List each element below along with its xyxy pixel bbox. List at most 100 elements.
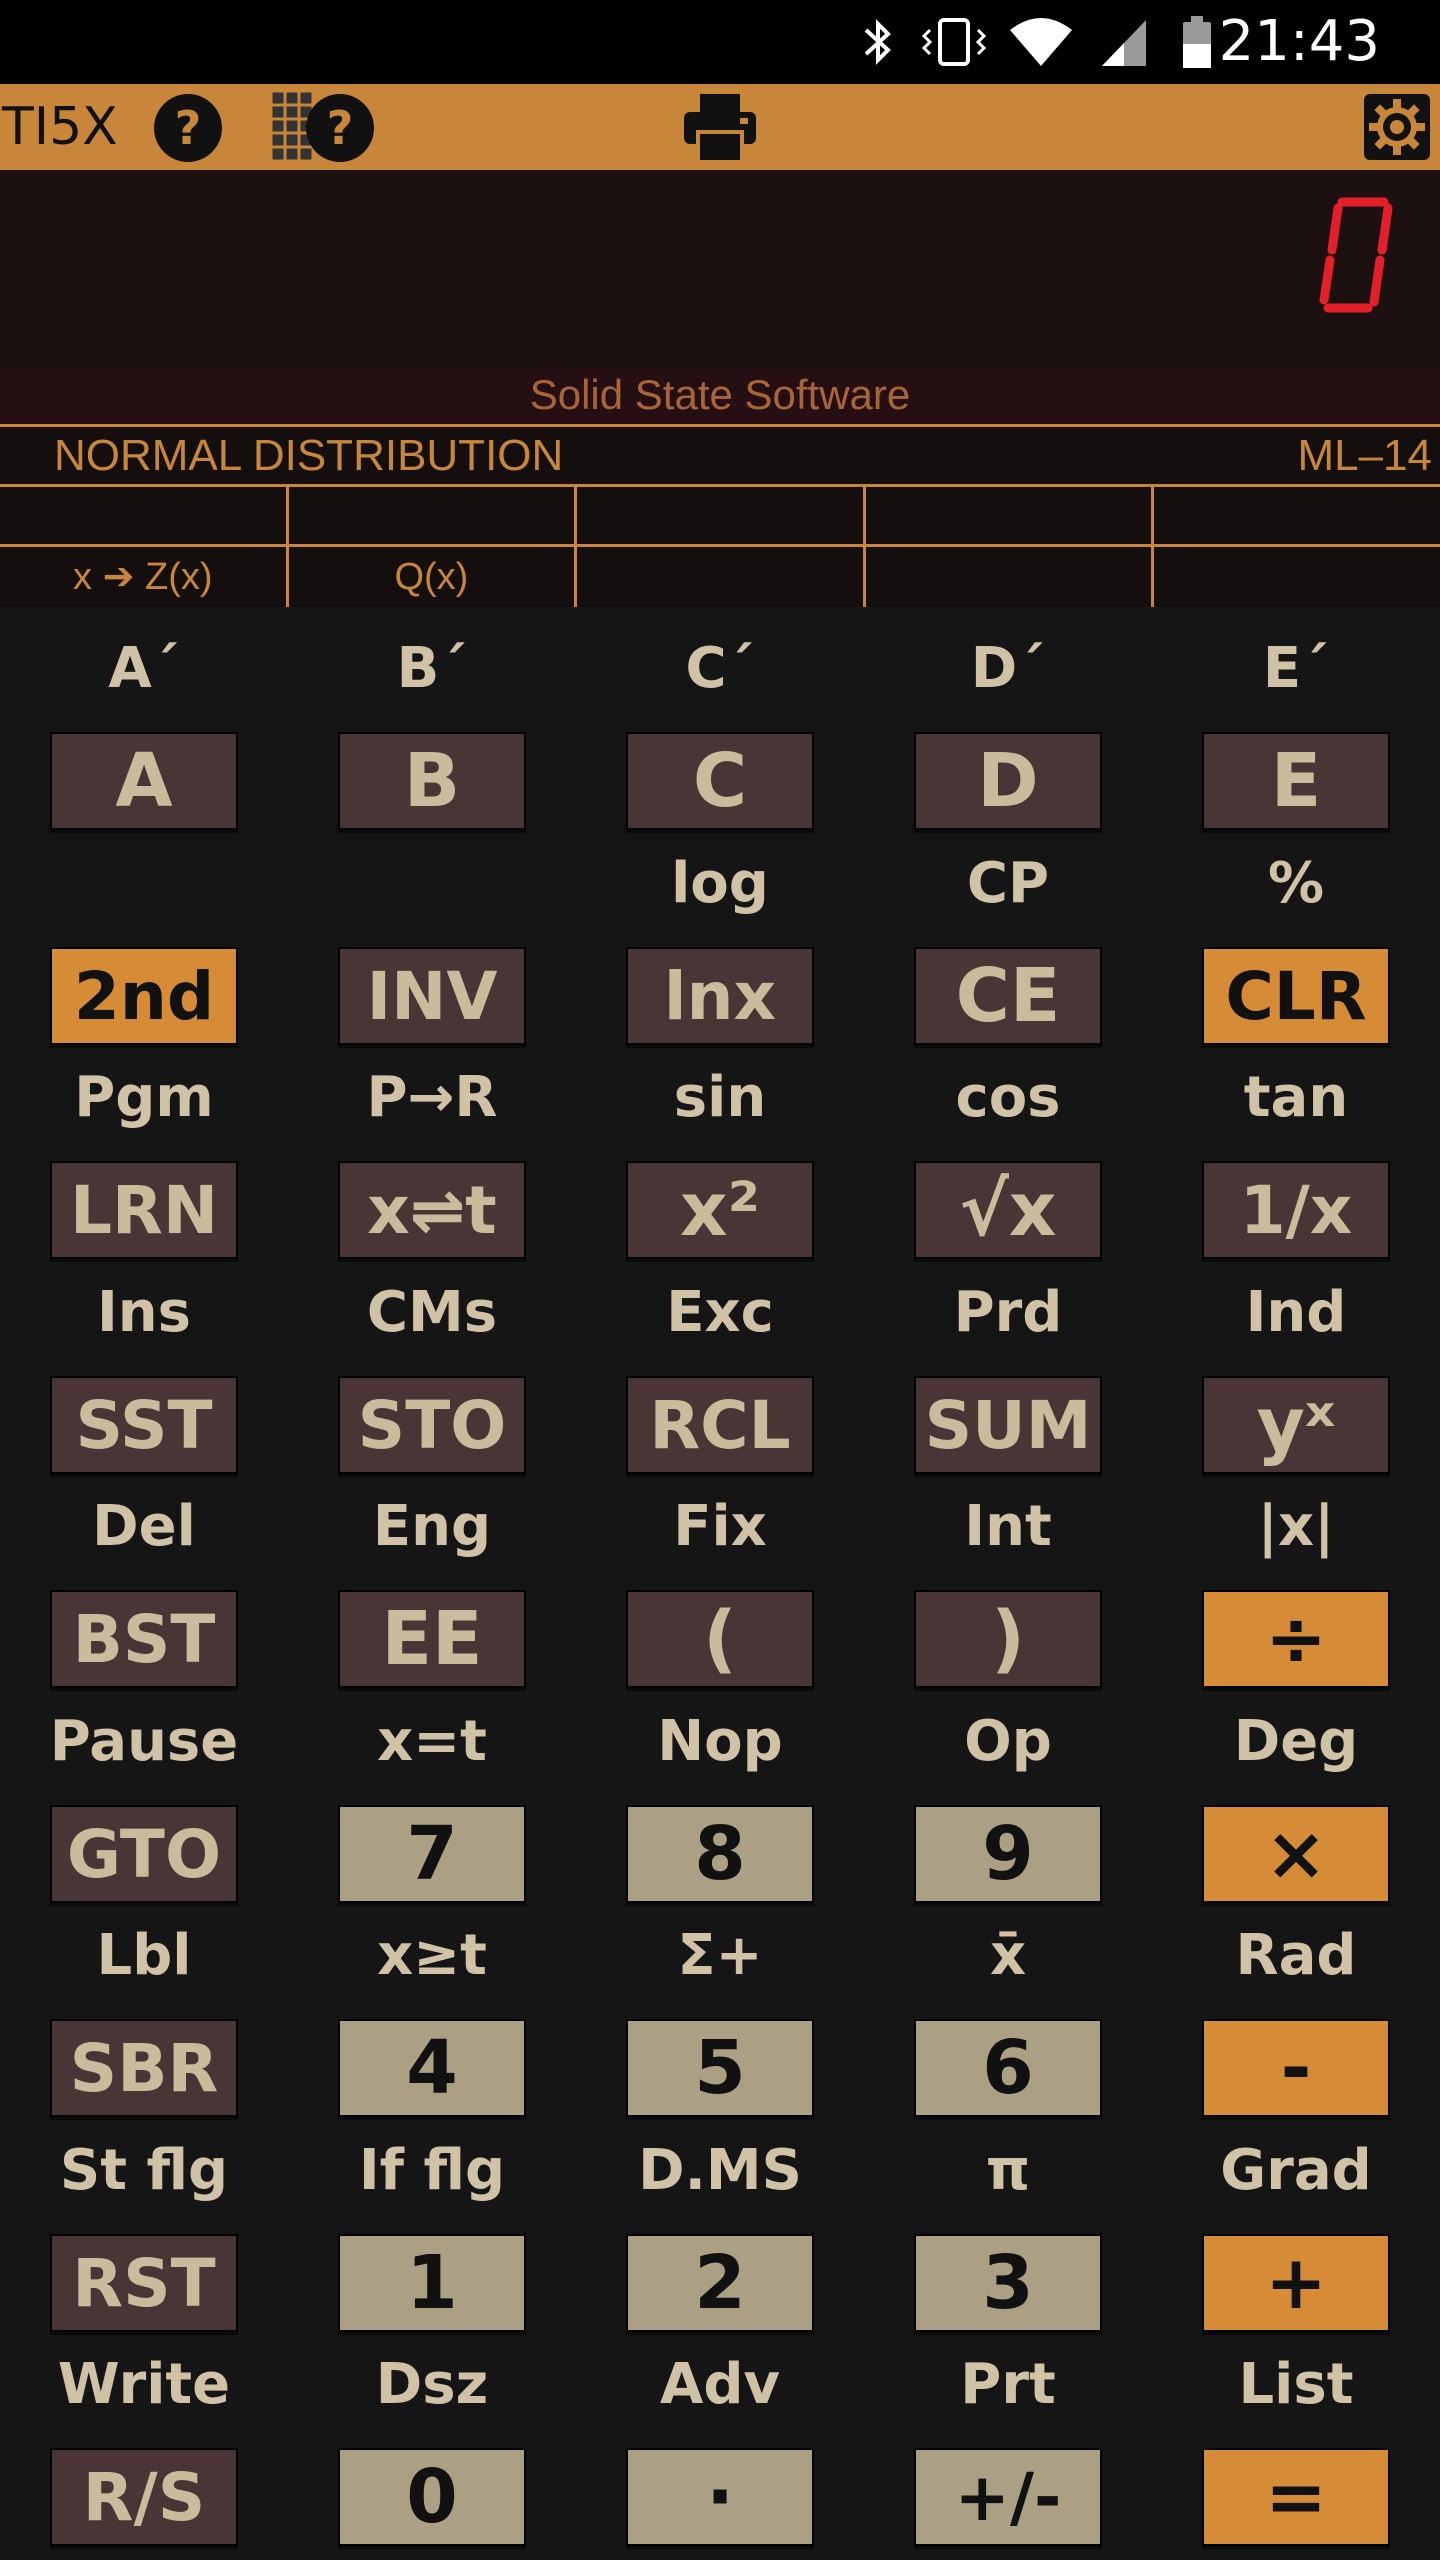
battery-icon bbox=[1183, 16, 1211, 68]
key-8-4-button[interactable]: = bbox=[1202, 2448, 1390, 2546]
strip-cell bbox=[577, 547, 866, 607]
strip-cell bbox=[1154, 487, 1440, 544]
key-5-2-button[interactable]: 8 bbox=[626, 1805, 814, 1903]
strip-title-row: NORMAL DISTRIBUTION ML–14 bbox=[0, 427, 1440, 487]
strip-row-primary: x ➔ Z(x) Q(x) bbox=[0, 547, 1440, 607]
key-8-0-button[interactable]: R/S bbox=[50, 2448, 238, 2546]
second-function-label: List bbox=[1238, 2352, 1354, 2417]
second-function-label: Rad bbox=[1235, 1923, 1357, 1988]
key-2-1-button[interactable]: x⇌t bbox=[338, 1161, 526, 1259]
second-function-label: |x| bbox=[1257, 1494, 1335, 1559]
second-function-label: P→R bbox=[366, 1065, 498, 1130]
second-function-label: Grad bbox=[1220, 2138, 1372, 2203]
app-name: TI5X bbox=[2, 97, 118, 157]
second-function-label: Write bbox=[57, 2352, 231, 2417]
second-function-label: Op bbox=[964, 1709, 1052, 1774]
wifi-icon bbox=[1010, 18, 1072, 66]
key-3-0-button[interactable]: SST bbox=[50, 1376, 238, 1474]
strip-cell bbox=[866, 487, 1155, 544]
strip-cell: x ➔ Z(x) bbox=[0, 547, 289, 607]
second-function-label: Fix bbox=[673, 1494, 767, 1559]
key-6-1-button[interactable]: 4 bbox=[338, 2019, 526, 2117]
second-function-label: Ind bbox=[1245, 1280, 1347, 1345]
strip-cell bbox=[1154, 547, 1440, 607]
second-function-label: CP bbox=[966, 851, 1050, 916]
key-1-4-button[interactable]: CLR bbox=[1202, 947, 1390, 1045]
key-2-3-button[interactable]: √x bbox=[914, 1161, 1102, 1259]
key-3-2-button[interactable]: RCL bbox=[626, 1376, 814, 1474]
key-6-3-button[interactable]: 6 bbox=[914, 2019, 1102, 2117]
key-3-1-button[interactable]: STO bbox=[338, 1376, 526, 1474]
svg-text:?: ? bbox=[175, 101, 202, 155]
key-3-3-button[interactable]: SUM bbox=[914, 1376, 1102, 1474]
second-function-label: Nop bbox=[657, 1709, 783, 1774]
key-4-2-button[interactable]: ( bbox=[626, 1590, 814, 1688]
key-2-0-button[interactable]: LRN bbox=[50, 1161, 238, 1259]
key-5-1-button[interactable]: 7 bbox=[338, 1805, 526, 1903]
key-7-1-button[interactable]: 1 bbox=[338, 2234, 526, 2332]
key-3-4-button[interactable]: yˣ bbox=[1202, 1376, 1390, 1474]
key-7-4-button[interactable]: + bbox=[1202, 2234, 1390, 2332]
cell-signal-icon bbox=[1102, 20, 1146, 66]
strip-cell bbox=[0, 487, 289, 544]
key-0-3-button[interactable]: D bbox=[914, 732, 1102, 830]
second-function-label: Prd bbox=[953, 1280, 1063, 1345]
key-0-0-button[interactable]: A bbox=[50, 732, 238, 830]
second-function-label: % bbox=[1267, 851, 1325, 916]
strip-cell: Q(x) bbox=[289, 547, 578, 607]
second-function-label: B´ bbox=[396, 636, 468, 701]
key-5-3-button[interactable]: 9 bbox=[914, 1805, 1102, 1903]
key-8-3-button[interactable]: +/- bbox=[914, 2448, 1102, 2546]
second-function-label: Del bbox=[92, 1494, 196, 1559]
second-function-label: x=t bbox=[377, 1709, 487, 1774]
keypad: A´ B´ C´ D´ E´ A B C D Elog CP% 2nd INV lnx CE CLR Pgm P→… bbox=[0, 604, 1440, 2560]
key-0-2-button[interactable]: C bbox=[626, 732, 814, 830]
second-function-label: tan bbox=[1243, 1065, 1349, 1130]
key-5-4-button[interactable]: × bbox=[1202, 1805, 1390, 1903]
help-icon[interactable]: ? bbox=[152, 92, 224, 164]
second-function-label: E´ bbox=[1262, 636, 1330, 701]
key-4-4-button[interactable]: ÷ bbox=[1202, 1590, 1390, 1688]
key-7-2-button[interactable]: 2 bbox=[626, 2234, 814, 2332]
second-function-label: Σ+ bbox=[677, 1923, 763, 1988]
key-0-4-button[interactable]: E bbox=[1202, 732, 1390, 830]
key-4-0-button[interactable]: BST bbox=[50, 1590, 238, 1688]
key-6-2-button[interactable]: 5 bbox=[626, 2019, 814, 2117]
key-0-1-button[interactable]: B bbox=[338, 732, 526, 830]
bluetooth-icon bbox=[864, 19, 891, 65]
key-2-2-button[interactable]: x² bbox=[626, 1161, 814, 1259]
key-8-1-button[interactable]: 0 bbox=[338, 2448, 526, 2546]
second-function-label: CMs bbox=[366, 1280, 498, 1345]
key-4-3-button[interactable]: ) bbox=[914, 1590, 1102, 1688]
key-6-0-button[interactable]: SBR bbox=[50, 2019, 238, 2117]
second-function-label: sin bbox=[673, 1065, 767, 1130]
key-7-3-button[interactable]: 3 bbox=[914, 2234, 1102, 2332]
key-1-1-button[interactable]: INV bbox=[338, 947, 526, 1045]
key-6-4-button[interactable]: - bbox=[1202, 2019, 1390, 2117]
key-4-1-button[interactable]: EE bbox=[338, 1590, 526, 1688]
status-time: 21:43 bbox=[1218, 9, 1380, 74]
key-5-0-button[interactable]: GTO bbox=[50, 1805, 238, 1903]
second-function-label: Dsz bbox=[375, 2352, 489, 2417]
keypad-help-icon[interactable]: ? bbox=[270, 90, 380, 166]
key-1-2-button[interactable]: lnx bbox=[626, 947, 814, 1045]
gear-icon[interactable] bbox=[1364, 94, 1430, 160]
key-1-0-button[interactable]: 2nd bbox=[50, 947, 238, 1045]
print-icon[interactable] bbox=[682, 92, 758, 164]
key-7-0-button[interactable]: RST bbox=[50, 2234, 238, 2332]
brand-banner: Solid State Software bbox=[0, 368, 1440, 424]
second-function-label: Ins bbox=[96, 1280, 192, 1345]
strip-code: ML–14 bbox=[1297, 431, 1432, 480]
second-function-label: x≥t bbox=[377, 1923, 487, 1988]
key-2-4-button[interactable]: 1/x bbox=[1202, 1161, 1390, 1259]
strip-cell bbox=[289, 487, 578, 544]
key-1-3-button[interactable]: CE bbox=[914, 947, 1102, 1045]
second-function-label: Adv bbox=[660, 2352, 780, 2417]
second-function-label: cos bbox=[955, 1065, 1061, 1130]
second-function-label: D´ bbox=[970, 636, 1046, 701]
second-function-label: D.MS bbox=[638, 2138, 802, 2203]
second-function-label: x̄ bbox=[989, 1923, 1027, 1988]
key-8-2-button[interactable]: · bbox=[626, 2448, 814, 2546]
second-function-label: log bbox=[671, 851, 769, 916]
second-function-label: Prt bbox=[960, 2352, 1056, 2417]
